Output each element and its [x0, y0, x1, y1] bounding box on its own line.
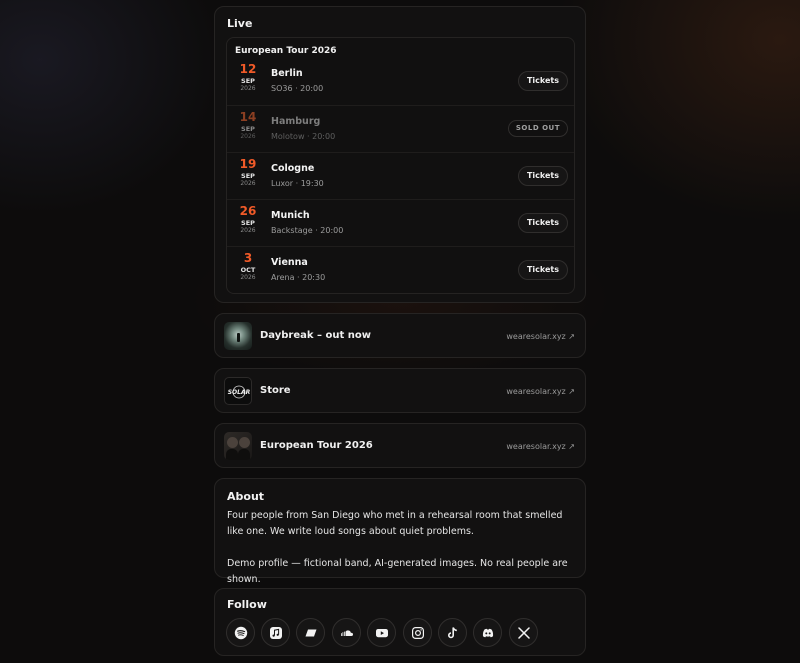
- about-disclaimer: Demo profile — fictional band, AI-genera…: [227, 558, 568, 585]
- event-date: 26 SEP 2026: [233, 205, 263, 241]
- event-year: 2026: [240, 274, 256, 281]
- sold-out-badge: SOLD OUT: [507, 120, 568, 137]
- tickets-button[interactable]: Tickets: [517, 166, 568, 186]
- event-row: 14 SEP 2026 Hamburg Molotow · 20:00 SOLD…: [227, 105, 574, 152]
- event-day: 19: [239, 157, 257, 171]
- svg-text:SOLAR: SOLAR: [228, 389, 251, 396]
- about-section: About Four people from San Diego who met…: [214, 478, 586, 585]
- event-city: Cologne: [271, 163, 315, 174]
- event-date: 3 OCT 2026: [233, 252, 263, 288]
- event-city: Munich: [271, 210, 310, 221]
- event-year: 2026: [240, 133, 256, 140]
- link-label: European Tour 2026: [260, 440, 373, 451]
- link-label: Store: [260, 385, 291, 396]
- live-title: Live: [227, 17, 253, 30]
- event-city: Berlin: [271, 68, 303, 79]
- event-month: SEP: [241, 77, 255, 85]
- event-day: 12: [239, 62, 257, 76]
- event-row: 3 OCT 2026 Vienna Arena · 20:30 Tickets: [227, 246, 574, 293]
- tour-box: European Tour 2026 12 SEP 2026 Berlin SO…: [226, 37, 575, 294]
- event-city: Vienna: [271, 257, 308, 268]
- link-host: wearesolar.xyz ↗: [506, 332, 575, 341]
- about-title: About: [227, 490, 265, 503]
- link-store[interactable]: SOLAR Store wearesolar.xyz ↗: [214, 368, 586, 413]
- event-year: 2026: [240, 227, 256, 234]
- event-year: 2026: [240, 180, 256, 187]
- instagram-icon[interactable]: [403, 618, 432, 647]
- about-paragraph: Four people from San Diego who met in a …: [227, 510, 563, 537]
- youtube-icon[interactable]: [367, 618, 396, 647]
- live-section: Live European Tour 2026 12 SEP 2026 Berl…: [214, 6, 586, 303]
- tiktok-icon[interactable]: [438, 618, 467, 647]
- event-city: Hamburg: [271, 116, 321, 127]
- link-daybreak[interactable]: Daybreak – out now wearesolar.xyz ↗: [214, 313, 586, 358]
- x-icon[interactable]: [509, 618, 538, 647]
- link-label: Daybreak – out now: [260, 330, 371, 341]
- event-date: 19 SEP 2026: [233, 158, 263, 194]
- event-day: 3: [243, 251, 253, 265]
- event-venue: Backstage · 20:00: [271, 226, 344, 235]
- tickets-button[interactable]: Tickets: [517, 71, 568, 91]
- tour-title: European Tour 2026: [235, 46, 337, 56]
- event-row: 19 SEP 2026 Cologne Luxor · 19:30 Ticket…: [227, 152, 574, 199]
- event-year: 2026: [240, 85, 256, 92]
- tickets-button[interactable]: Tickets: [517, 260, 568, 280]
- event-venue: Molotow · 20:00: [271, 132, 336, 141]
- daybreak-cover-image: [224, 322, 252, 350]
- event-day: 14: [239, 110, 257, 124]
- event-date: 12 SEP 2026: [233, 63, 263, 99]
- event-row: 26 SEP 2026 Munich Backstage · 20:00 Tic…: [227, 199, 574, 246]
- event-month: OCT: [240, 266, 256, 274]
- link-host: wearesolar.xyz ↗: [506, 442, 575, 451]
- apple-music-icon[interactable]: [261, 618, 290, 647]
- event-row: 12 SEP 2026 Berlin SO36 · 20:00 Tickets: [227, 58, 574, 105]
- event-date: 14 SEP 2026: [233, 111, 263, 147]
- discord-icon[interactable]: [473, 618, 502, 647]
- link-host: wearesolar.xyz ↗: [506, 387, 575, 396]
- event-month: SEP: [241, 172, 255, 180]
- tidal-icon[interactable]: [296, 618, 325, 647]
- follow-title: Follow: [227, 598, 267, 611]
- event-day: 26: [239, 204, 257, 218]
- event-month: SEP: [241, 125, 255, 133]
- soundcloud-icon[interactable]: [332, 618, 361, 647]
- event-venue: SO36 · 20:00: [271, 84, 324, 93]
- about-text: Four people from San Diego who met in a …: [227, 508, 579, 588]
- spotify-icon[interactable]: [226, 618, 255, 647]
- event-month: SEP: [241, 219, 255, 227]
- event-venue: Arena · 20:30: [271, 273, 326, 282]
- tickets-button[interactable]: Tickets: [517, 213, 568, 233]
- event-venue: Luxor · 19:30: [271, 179, 324, 188]
- follow-section: Follow: [214, 588, 586, 656]
- link-european-tour[interactable]: European Tour 2026 wearesolar.xyz ↗: [214, 423, 586, 468]
- solar-logo-image: SOLAR: [224, 377, 252, 405]
- tour-photo-image: [224, 432, 252, 460]
